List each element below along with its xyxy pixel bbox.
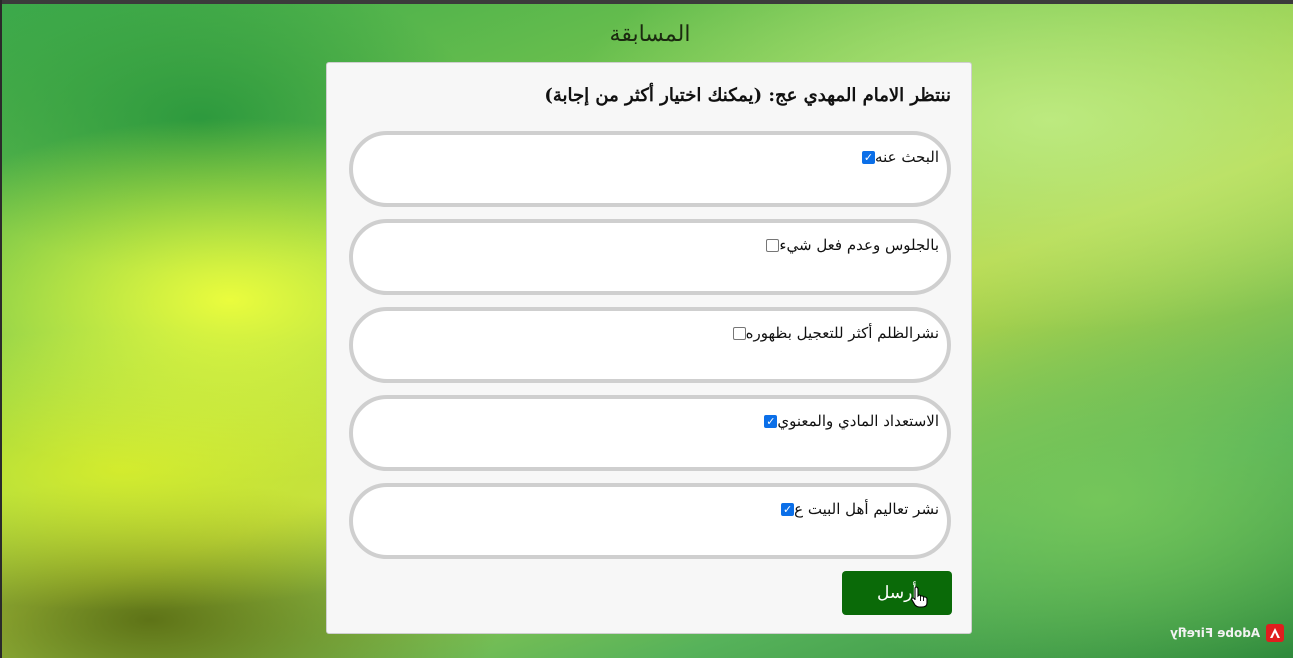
- option-1-checkbox[interactable]: ✓: [862, 150, 876, 164]
- submit-button[interactable]: أرسل: [842, 571, 952, 615]
- hand-cursor-icon: [911, 586, 928, 608]
- option-3-checkbox[interactable]: ✓: [732, 326, 746, 340]
- option-4[interactable]: ✓ الاستعداد المادي والمعنوي: [349, 395, 951, 471]
- option-1[interactable]: ✓ البحث عنه: [349, 131, 951, 207]
- window-left-edge: [0, 0, 2, 658]
- quiz-card: ننتظر الامام المهدي عج: (يمكنك اختيار أك…: [326, 62, 972, 634]
- option-row: ✓ نشر تعاليم أهل البيت ع: [777, 500, 939, 518]
- watermark-text: Adobe Firefly: [1170, 626, 1261, 640]
- checkmark-icon: ✓: [766, 414, 776, 428]
- option-5-label[interactable]: نشر تعاليم أهل البيت ع: [794, 500, 939, 518]
- option-2[interactable]: ✓ بالجلوس وعدم فعل شيء: [349, 219, 951, 295]
- option-1-label[interactable]: البحث عنه: [875, 148, 939, 166]
- option-3[interactable]: ✓ نشرالظلم أكثر للتعجيل بظهوره: [349, 307, 951, 383]
- option-3-label[interactable]: نشرالظلم أكثر للتعجيل بظهوره: [746, 324, 939, 342]
- checkmark-icon: ✓: [863, 150, 874, 164]
- checkmark-icon: ✓: [783, 502, 793, 516]
- option-5-checkbox[interactable]: ✓: [781, 502, 795, 516]
- option-row: ✓ الاستعداد المادي والمعنوي: [760, 412, 939, 430]
- option-2-label[interactable]: بالجلوس وعدم فعل شيء: [779, 236, 939, 254]
- option-4-label[interactable]: الاستعداد المادي والمعنوي: [777, 412, 939, 430]
- page-title: المسابقة: [609, 22, 691, 47]
- option-2-checkbox[interactable]: ✓: [766, 238, 780, 252]
- option-row: ✓ بالجلوس وعدم فعل شيء: [762, 236, 939, 254]
- option-4-checkbox[interactable]: ✓: [764, 414, 778, 428]
- option-row: ✓ البحث عنه: [858, 148, 939, 166]
- adobe-logo-icon: [1266, 624, 1285, 642]
- question-text: ننتظر الامام المهدي عج: (يمكنك اختيار أك…: [544, 85, 951, 106]
- firefly-watermark: Adobe Firefly: [1170, 624, 1285, 642]
- option-5[interactable]: ✓ نشر تعاليم أهل البيت ع: [349, 483, 951, 559]
- window-top-strip: [0, 0, 1293, 4]
- option-row: ✓ نشرالظلم أكثر للتعجيل بظهوره: [729, 324, 939, 342]
